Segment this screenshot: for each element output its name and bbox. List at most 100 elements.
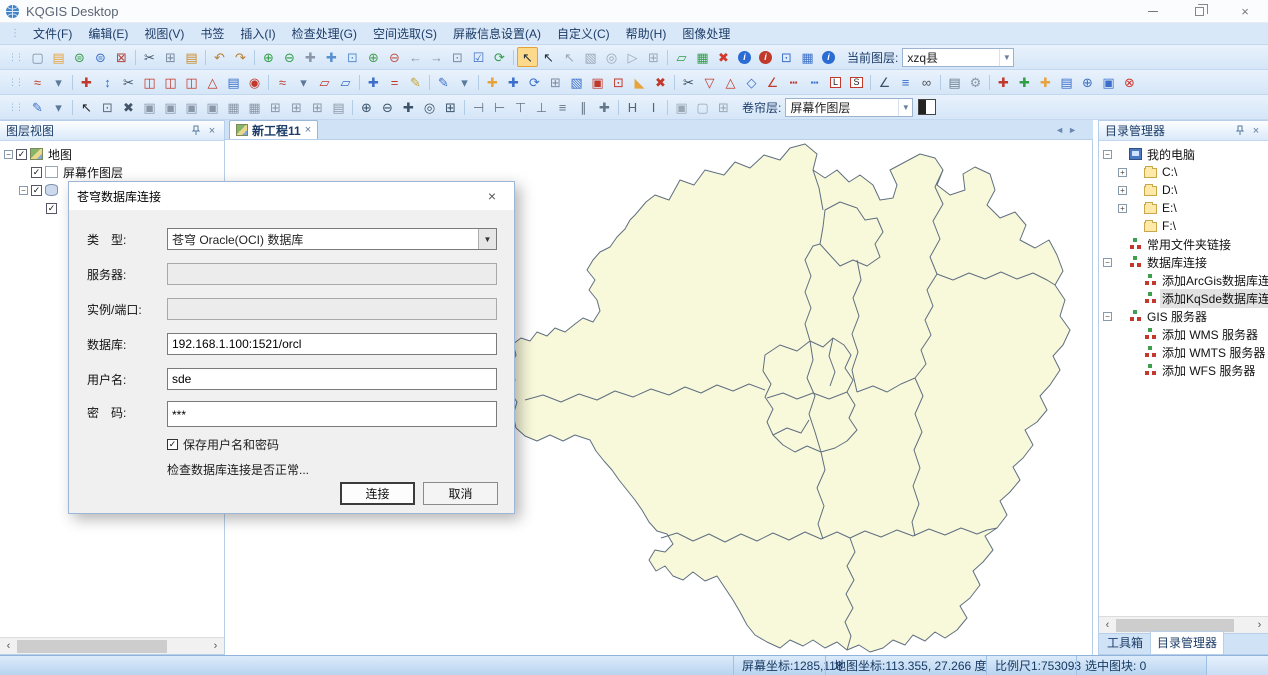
tree-item-map[interactable]: − ✓ 地图 [0, 145, 224, 163]
node-folder-links[interactable]: ✓ 常用文件夹链接 [1099, 235, 1268, 253]
attribute-grid-icon[interactable]: ▦ [797, 47, 818, 67]
sketch-dropdown-icon[interactable]: ▾ [293, 72, 314, 92]
pan-icon[interactable]: ✚ [300, 47, 321, 67]
node-tool-green-icon[interactable]: ✚ [1014, 72, 1035, 92]
layout-cursor-icon[interactable]: ↖ [76, 97, 97, 117]
zoom-preview-icon[interactable]: ⊕ [1077, 72, 1098, 92]
trace-polygon-icon[interactable]: ▱ [314, 72, 335, 92]
database-field[interactable] [167, 333, 497, 355]
delete-vertex-icon[interactable]: ✖ [650, 72, 671, 92]
same-height-icon[interactable]: I [643, 97, 664, 117]
diamond-tool-icon[interactable]: ◇ [741, 72, 762, 92]
swipe-tool-icon[interactable] [918, 99, 936, 115]
pan-window-icon[interactable]: ✚ [321, 47, 342, 67]
split-line-right-icon[interactable]: ◫ [160, 72, 181, 92]
tab-catalog-manager[interactable]: 目录管理器 [1150, 631, 1224, 654]
dialog-title-bar[interactable]: 苍穹数据库连接 × [69, 182, 514, 210]
menu-view[interactable]: 视图(V) [137, 23, 191, 44]
node-add-wms-server[interactable]: ✓ 添加 WMS 服务器 [1099, 325, 1268, 343]
layer-checkbox[interactable]: ✓ [31, 167, 42, 178]
remember-credentials-checkbox[interactable]: ✓ 保存用户名和密码 [167, 436, 279, 453]
refresh-view-icon[interactable]: ⟳ [489, 47, 510, 67]
identify-options-icon[interactable]: i [818, 47, 839, 67]
undo-icon[interactable]: ↶ [209, 47, 230, 67]
menu-image-processing[interactable]: 图像处理 [675, 23, 737, 44]
rotate-feature-icon[interactable]: ⟳ [524, 72, 545, 92]
node-add-wfs-server[interactable]: ✓ 添加 WFS 服务器 [1099, 361, 1268, 379]
snap-cross-icon[interactable]: ✚ [363, 72, 384, 92]
close-icon[interactable]: × [204, 123, 220, 139]
align-bottom-icon[interactable]: ⊥ [531, 97, 552, 117]
align-left-icon[interactable]: ⊣ [468, 97, 489, 117]
doc-zoom-icon[interactable]: ▣ [139, 97, 160, 117]
layout-pan-icon[interactable]: ✚ [398, 97, 419, 117]
menu-check-process[interactable]: 检查处理(G) [285, 23, 364, 44]
delete-selection-icon[interactable]: ✖ [713, 47, 734, 67]
doc-copy-icon[interactable]: ▣ [160, 97, 181, 117]
edit-style-icon[interactable]: ✎ [27, 97, 48, 117]
measure-triangle-icon[interactable]: ◣ [629, 72, 650, 92]
cancel-button[interactable]: 取消 [423, 482, 498, 505]
close-project-icon[interactable]: ⊠ [111, 47, 132, 67]
layer-checkbox[interactable]: ✓ [31, 185, 42, 196]
minimize-button[interactable] [1130, 0, 1176, 22]
tab-toolbox[interactable]: 工具箱 [1101, 632, 1149, 654]
center-both-icon[interactable]: ✚ [594, 97, 615, 117]
select-circle-icon[interactable]: ◎ [601, 47, 622, 67]
edit-style-dropdown-icon[interactable]: ▾ [48, 97, 69, 117]
save-edits-icon[interactable]: ▣ [1098, 72, 1119, 92]
deselect-icon[interactable]: ↖ [559, 47, 580, 67]
fill-pattern-icon[interactable]: ▦ [692, 47, 713, 67]
move-vertex-icon[interactable]: ↕ [97, 72, 118, 92]
scroll-left-icon[interactable]: ‹ [0, 640, 17, 652]
scroll-left-icon[interactable]: ‹ [1099, 619, 1116, 631]
scrollbar-thumb[interactable] [17, 640, 167, 653]
layout-delete-icon[interactable]: ✖ [118, 97, 139, 117]
parallel-line-icon[interactable]: = [384, 72, 405, 92]
stop-edit-icon[interactable]: ⊗ [1119, 72, 1140, 92]
pin-icon[interactable] [188, 123, 204, 139]
frame-select-icon[interactable]: ⊞ [713, 97, 734, 117]
identify-icon[interactable]: i [734, 47, 755, 67]
identify-results-icon[interactable]: i [755, 47, 776, 67]
add-vertex-icon[interactable]: ✚ [76, 72, 97, 92]
attribute-window-icon[interactable]: ⊡ [776, 47, 797, 67]
close-button[interactable]: × [1222, 0, 1268, 22]
draw-dropdown-icon[interactable]: ▾ [48, 72, 69, 92]
distribute-h-icon[interactable]: ∥ [573, 97, 594, 117]
layout-zoom-in-icon[interactable]: ⊕ [356, 97, 377, 117]
style-brush-icon[interactable]: ✎ [405, 72, 426, 92]
overlay-features-icon[interactable]: ▣ [587, 72, 608, 92]
layout-zoom-out-icon[interactable]: ⊖ [377, 97, 398, 117]
rectangle-tool-icon[interactable]: ▧ [566, 72, 587, 92]
scroll-right-icon[interactable]: › [1251, 619, 1268, 631]
magnify-out-icon[interactable]: ⊖ [384, 47, 405, 67]
scroll-right-icon[interactable]: › [207, 640, 224, 652]
pan-feature-icon[interactable]: ✚ [503, 72, 524, 92]
layer-checkbox[interactable]: ✓ [46, 203, 57, 214]
select-tool-icon[interactable]: ↖ [517, 47, 538, 67]
align-top-icon[interactable]: ⊤ [510, 97, 531, 117]
chevron-down-icon[interactable]: ▼ [898, 99, 912, 116]
close-icon[interactable]: × [1248, 123, 1264, 139]
layer-stack-icon[interactable]: ≡ [895, 72, 916, 92]
menu-mask-info-settings[interactable]: 屏蔽信息设置(A) [446, 23, 548, 44]
add-database-icon[interactable]: ⊜ [69, 47, 90, 67]
menu-help[interactable]: 帮助(H) [619, 23, 674, 44]
sketch-line-icon[interactable]: ≈ [272, 72, 293, 92]
chevron-down-icon[interactable]: ▼ [999, 49, 1013, 66]
tree-item-screen-draw-layer[interactable]: ✓ 屏幕作图层 [0, 163, 224, 181]
split-feature-icon[interactable]: ✂ [118, 72, 139, 92]
ungroup-items-icon[interactable]: ▢ [692, 97, 713, 117]
paste-pages-icon[interactable]: ▤ [328, 97, 349, 117]
trace-polygon-alt-icon[interactable]: ▱ [335, 72, 356, 92]
doc-grid-icon[interactable]: ▦ [223, 97, 244, 117]
previous-view-icon[interactable]: ← [405, 47, 426, 67]
node-gis-servers[interactable]: − ✓ GIS 服务器 [1099, 307, 1268, 325]
expander-icon[interactable]: + [1118, 204, 1127, 213]
layout-select-box-icon[interactable]: ⊡ [97, 97, 118, 117]
node-tool-orange-icon[interactable]: ✚ [1035, 72, 1056, 92]
node-add-kqsde-connection[interactable]: ✓ 添加KqSde数据库连接 [1099, 289, 1268, 307]
filter-funnel-icon[interactable]: ▽ [699, 72, 720, 92]
password-field[interactable] [167, 401, 497, 427]
